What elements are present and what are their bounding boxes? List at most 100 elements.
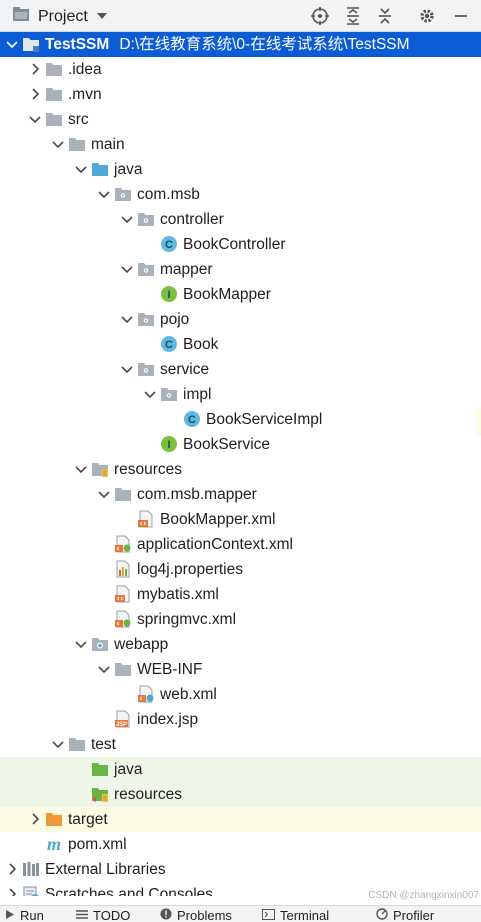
tree-row-com-msb[interactable]: com.msb [0,182,481,207]
watermark: CSDN @zhangxinxin007 [368,890,479,901]
module-path: D:\在线教育系统\0-在线考试系统\TestSSM [119,36,410,53]
tree-row-idea[interactable]: .idea [0,57,481,82]
tree-row-mvn[interactable]: .mvn [0,82,481,107]
tree-row-book[interactable]: C Book [0,332,481,357]
svg-text:m: m [47,835,61,853]
chevron-down-icon[interactable] [73,461,89,477]
tool-window-todo[interactable]: TODO [76,908,130,922]
tree-row-test[interactable]: test [0,732,481,757]
tree-row-controller[interactable]: controller [0,207,481,232]
tree-row-src[interactable]: src [0,107,481,132]
chevron-down-icon[interactable] [50,736,66,752]
tree-item-label: External Libraries [45,861,166,878]
chevron-down-icon[interactable] [73,636,89,652]
tree-row-external-libraries[interactable]: External Libraries [0,857,481,882]
tree-row-bookserviceimpl[interactable]: C BookServiceImpl [0,407,481,432]
scratches-icon [22,885,40,896]
tree-item-label: target [68,811,108,828]
tree-row-pojo[interactable]: pojo [0,307,481,332]
tree-item-label: main [91,136,125,153]
locate-icon[interactable] [310,6,330,26]
tree-row-bookmapper-xml[interactable]: BookMapper.xml [0,507,481,532]
problems-icon [160,908,172,922]
chevron-right-icon[interactable] [27,86,43,102]
chevron-down-icon[interactable] [27,111,43,127]
test-folder-icon [91,760,109,778]
tree-row-resources[interactable]: resources [0,457,481,482]
module-folder-icon [22,35,40,53]
resources-folder-icon [91,460,109,478]
tree-row-target[interactable]: target [0,807,481,832]
expand-all-icon[interactable] [343,6,363,26]
chevron-down-icon [96,8,108,26]
tree-item-label: impl [183,386,212,403]
tree-row-webapp[interactable]: webapp [0,632,481,657]
todo-icon [76,908,88,922]
tree-row-resources[interactable]: resources [0,782,481,807]
package-icon [137,310,155,328]
project-title: Project [38,7,88,25]
chevron-right-icon[interactable] [27,811,43,827]
tree-row-web-inf[interactable]: WEB-INF [0,657,481,682]
chevron-down-icon[interactable] [142,386,158,402]
tree-row-log4j-properties[interactable]: log4j.properties [0,557,481,582]
chevron-right-icon[interactable] [4,861,20,877]
tree-item-label: com.msb.mapper [137,486,257,503]
tree-row-com-msb-mapper[interactable]: com.msb.mapper [0,482,481,507]
svg-text:C: C [188,414,196,426]
chevron-right-icon[interactable] [27,61,43,77]
chevron-down-icon[interactable] [96,486,112,502]
chevron-down-icon[interactable] [119,311,135,327]
folder-icon [68,735,86,753]
folder-icon [68,135,86,153]
folder-icon [114,660,132,678]
tool-window-terminal[interactable]: Terminal [262,908,329,922]
tree-row-impl[interactable]: impl [0,382,481,407]
tree-row-bookmapper[interactable]: I BookMapper [0,282,481,307]
tree-row-bookservice[interactable]: I BookService [0,432,481,457]
tree-row-bookcontroller[interactable]: C BookController [0,232,481,257]
tree-row-index-jsp[interactable]: JSP index.jsp [0,707,481,732]
tool-window-label: Problems [177,908,232,922]
tree-row-applicationcontext-xml[interactable]: applicationContext.xml [0,532,481,557]
tree-row-mapper[interactable]: mapper [0,257,481,282]
chevron-down-icon[interactable] [119,211,135,227]
project-tree: TestSSM D:\在线教育系统\0-在线考试系统\TestSSM .idea .m… [0,32,481,896]
tool-window-label: Profiler [393,908,435,922]
test-resources-icon [91,785,109,803]
tool-window-profiler[interactable]: Profiler [376,908,434,922]
tree-row-testssm[interactable]: TestSSM D:\在线教育系统\0-在线考试系统\TestSSM [0,32,481,57]
tree-row-pom-xml[interactable]: m pom.xml [0,832,481,857]
chevron-down-icon[interactable] [50,136,66,152]
profiler-icon [376,908,388,922]
svg-text:I: I [167,439,170,451]
chevron-down-icon[interactable] [73,161,89,177]
tree-item-label: pom.xml [68,836,127,853]
chevron-right-icon[interactable] [4,886,20,896]
tool-window-run[interactable]: Run [4,908,44,922]
chevron-down-icon[interactable] [4,36,20,52]
tree-row-web-xml[interactable]: web.xml [0,682,481,707]
interface-icon: I [160,285,178,303]
tree-row-springmvc-xml[interactable]: springmvc.xml [0,607,481,632]
package-icon [137,360,155,378]
tree-row-service[interactable]: service [0,357,481,382]
tree-row-java[interactable]: java [0,157,481,182]
scroll-edge-marker [476,408,481,436]
tree-row-main[interactable]: main [0,132,481,157]
spring-xml-icon [114,535,132,553]
gear-icon[interactable] [417,6,437,26]
folder-icon [45,60,63,78]
tree-row-java[interactable]: java [0,757,481,782]
chevron-down-icon[interactable] [96,661,112,677]
tool-window-problems[interactable]: Problems [160,908,232,922]
chevron-down-icon[interactable] [119,261,135,277]
web-folder-icon [91,635,109,653]
tree-row-mybatis-xml[interactable]: mybatis.xml [0,582,481,607]
minimize-icon[interactable] [451,6,471,26]
project-view-selector[interactable]: Project [12,6,108,27]
collapse-all-icon[interactable] [375,6,395,26]
folder-icon [114,485,132,503]
chevron-down-icon[interactable] [96,186,112,202]
chevron-down-icon[interactable] [119,361,135,377]
